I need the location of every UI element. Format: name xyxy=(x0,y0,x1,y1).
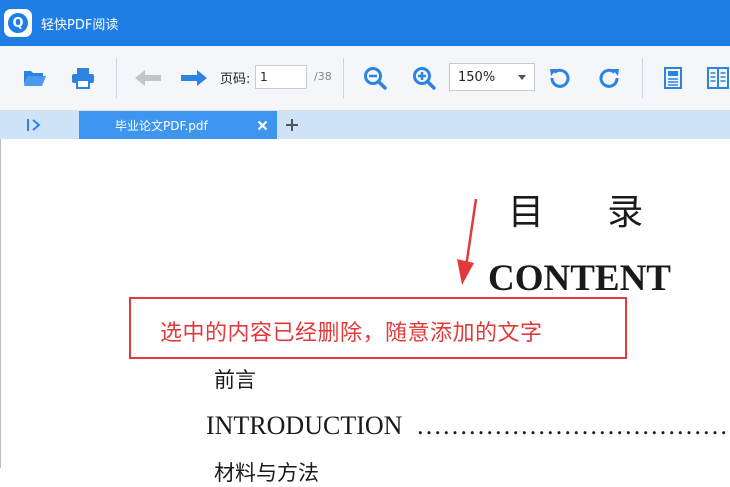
toolbar-separator xyxy=(642,58,643,98)
chevron-down-icon xyxy=(518,75,526,80)
plus-icon xyxy=(286,119,298,131)
toolbar-separator xyxy=(343,58,344,98)
zoom-in-icon xyxy=(413,67,436,90)
next-page-button[interactable] xyxy=(176,46,212,110)
app-logo-letter: Q xyxy=(8,13,28,33)
zoom-in-button[interactable] xyxy=(409,46,439,110)
tab-label: 毕业论文PDF.pdf xyxy=(115,118,208,133)
rotate-left-button[interactable] xyxy=(545,46,575,110)
rotate-left-icon xyxy=(550,68,570,88)
single-page-view-button[interactable] xyxy=(660,46,686,110)
double-page-view-button[interactable] xyxy=(706,46,730,110)
open-file-button[interactable] xyxy=(20,46,50,110)
toc-partial-line: 材料与方法 xyxy=(214,461,319,485)
tab-bar: 毕业论文PDF.pdf xyxy=(0,111,730,139)
double-page-icon xyxy=(707,67,729,89)
print-button[interactable] xyxy=(66,46,100,110)
sidebar-toggle-icon xyxy=(27,119,41,131)
zoom-out-button[interactable] xyxy=(360,46,390,110)
document-view[interactable]: 目 录 CONTENT 选中的内容已经删除，随意添加的文字 前言 INTRODU… xyxy=(0,139,730,485)
annotation-text[interactable]: 选中的内容已经删除，随意添加的文字 xyxy=(160,315,543,347)
app-logo: Q xyxy=(4,9,32,37)
toc-foreword: 前言 xyxy=(214,368,256,392)
toc-leader-dots: ………………………………………… xyxy=(416,411,730,440)
close-icon xyxy=(257,120,267,130)
rotate-right-button[interactable] xyxy=(594,46,624,110)
title-bar: Q 轻快PDF阅读 xyxy=(0,0,730,46)
print-icon xyxy=(72,68,94,89)
single-page-icon xyxy=(664,67,682,89)
arrow-right-icon xyxy=(181,70,207,86)
open-folder-icon xyxy=(24,71,46,86)
new-tab-button[interactable] xyxy=(283,116,301,134)
tab-document[interactable]: 毕业论文PDF.pdf xyxy=(79,111,277,139)
page-total: /38 xyxy=(314,70,332,83)
toolbar: 页码: /38 150% xyxy=(0,46,730,111)
arrow-left-icon xyxy=(135,70,161,86)
toc-introduction: INTRODUCTION xyxy=(206,411,403,440)
toolbar-separator xyxy=(116,58,117,98)
zoom-level-select[interactable]: 150% xyxy=(449,63,535,91)
page-label: 页码: xyxy=(220,72,251,87)
sidebar-toggle-button[interactable] xyxy=(22,115,46,135)
zoom-level-value: 150% xyxy=(458,69,496,85)
zoom-out-icon xyxy=(364,67,387,90)
page-number-input[interactable] xyxy=(255,65,307,89)
previous-page-button[interactable] xyxy=(130,46,166,110)
rotate-right-icon xyxy=(599,68,619,88)
tab-close-button[interactable] xyxy=(255,118,269,132)
app-title: 轻快PDF阅读 xyxy=(41,17,119,33)
